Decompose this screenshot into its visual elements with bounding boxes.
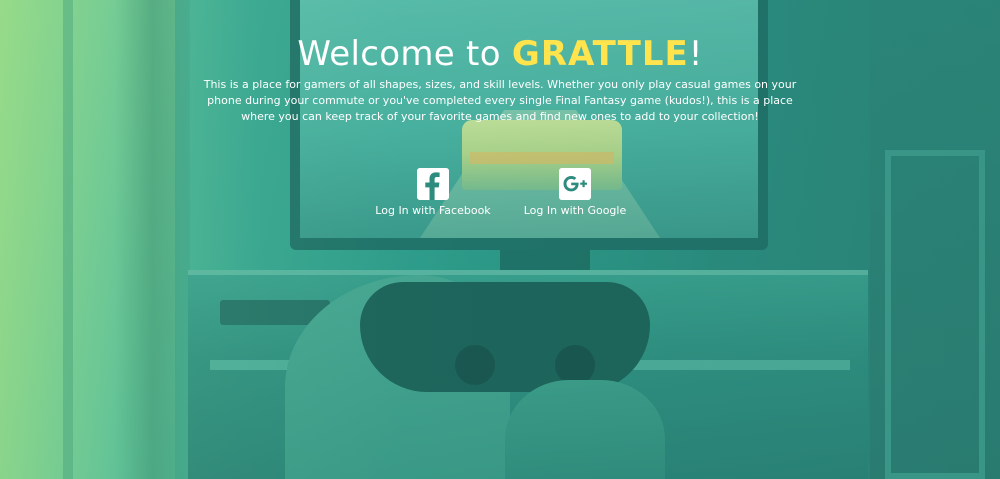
hero-section: Welcome to GRATTLE! This is a place for … — [0, 0, 1000, 479]
facebook-icon — [417, 168, 449, 200]
facebook-login-label: Log In with Facebook — [375, 204, 491, 217]
google-login-label: Log In with Google — [523, 204, 627, 217]
brand-name: GRATTLE — [511, 34, 689, 74]
facebook-login-button[interactable]: Log In with Facebook — [368, 168, 498, 218]
welcome-heading-prefix: Welcome to — [297, 34, 512, 74]
intro-paragraph: This is a place for gamers of all shapes… — [203, 78, 797, 123]
google-login-button[interactable]: Log In with Google — [518, 168, 632, 218]
login-options: Log In with Facebook Log In with Google — [0, 168, 1000, 224]
google-plus-icon — [559, 168, 591, 200]
welcome-heading-suffix: ! — [688, 34, 703, 74]
welcome-heading: Welcome to GRATTLE! — [0, 32, 1000, 76]
